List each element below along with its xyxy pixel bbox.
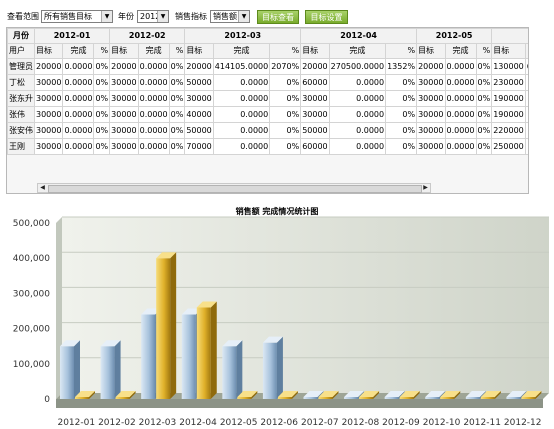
done-bar [359, 397, 374, 399]
done-bar [277, 397, 292, 399]
x-tick-label: 2012-01 [57, 418, 95, 428]
done-bar [237, 397, 252, 399]
y-tick-label: 500,000 [13, 219, 50, 229]
chart-floor-edge [56, 399, 543, 408]
done-bar [399, 397, 414, 399]
x-tick-label: 2012-07 [301, 418, 339, 428]
target-bar [344, 397, 359, 399]
done-bar [318, 397, 333, 399]
x-tick-label: 2012-03 [139, 418, 177, 428]
done-bar-side [210, 301, 217, 399]
y-tick-label: 0 [44, 395, 50, 405]
target-bar [303, 397, 318, 399]
x-tick-label: 2012-04 [179, 418, 217, 428]
x-tick-label: 2012-02 [98, 418, 136, 428]
done-bar [196, 307, 211, 399]
target-bar-side [276, 336, 283, 399]
done-bar [440, 397, 455, 399]
y-tick-label: 200,000 [13, 325, 50, 335]
x-tick-label: 2012-10 [423, 418, 461, 428]
y-tick-label: 300,000 [13, 289, 50, 299]
x-tick-label: 2012-06 [260, 418, 298, 428]
target-bar [141, 314, 156, 399]
target-bar [60, 346, 74, 399]
done-bar [75, 397, 89, 399]
target-bar [425, 397, 440, 399]
x-tick-label: 2012-12 [504, 418, 542, 428]
x-tick-label: 2012-11 [463, 418, 501, 428]
x-tick-label: 2012-08 [342, 418, 380, 428]
done-bar [480, 397, 495, 399]
target-bar [222, 346, 237, 399]
target-bar-side [236, 340, 243, 399]
x-tick-label: 2012-05 [220, 418, 258, 428]
target-bar [100, 346, 115, 399]
target-bar [506, 397, 521, 399]
y-tick-label: 400,000 [13, 254, 50, 264]
target-bar [384, 397, 399, 399]
x-tick-label: 2012-09 [382, 418, 420, 428]
target-bar [262, 342, 277, 399]
chart-back-wall [62, 217, 549, 393]
done-bar [521, 397, 536, 399]
done-bar [156, 258, 171, 399]
target-bar-side [114, 340, 121, 399]
done-bar-side [170, 252, 177, 399]
target-bar [465, 397, 480, 399]
y-tick-label: 100,000 [13, 360, 50, 370]
target-bar [181, 314, 196, 399]
done-bar [115, 397, 130, 399]
target-bar-side [74, 340, 80, 399]
sales-chart: 0 100,000 200,000 300,000 400,000 500,000 2012… [13, 216, 549, 428]
